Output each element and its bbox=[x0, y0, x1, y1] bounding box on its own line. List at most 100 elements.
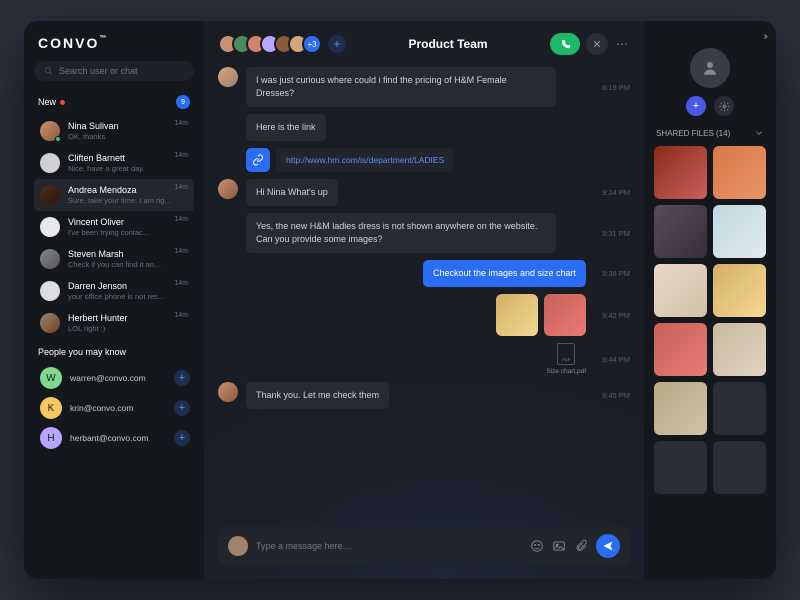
file-tile[interactable] bbox=[654, 323, 707, 376]
file-tile[interactable] bbox=[654, 382, 707, 435]
file-tile[interactable] bbox=[713, 205, 766, 258]
collapse-panel-button[interactable]: ›› bbox=[763, 31, 766, 42]
avatar bbox=[228, 536, 248, 556]
avatar bbox=[40, 153, 60, 173]
file-name: Size chart.pdf bbox=[546, 368, 586, 375]
avatar bbox=[218, 382, 238, 402]
add-suggestion-button[interactable]: + bbox=[174, 430, 190, 446]
call-button[interactable] bbox=[550, 33, 580, 55]
chevron-down-icon bbox=[754, 128, 764, 138]
attachment-icon[interactable] bbox=[574, 539, 588, 553]
message-bubble: Hi Nina What's up bbox=[246, 179, 338, 206]
file-attachment[interactable]: Size chart.pdf bbox=[546, 343, 586, 375]
suggestion-email: herbant@convo.com bbox=[70, 433, 149, 443]
add-participant-button[interactable]: + bbox=[328, 35, 346, 53]
message-bubble: Yes, the new H&M ladies dress is not sho… bbox=[246, 213, 556, 253]
message-row: 9:42 PM bbox=[218, 294, 630, 336]
file-tile[interactable] bbox=[654, 264, 707, 317]
message-time: 9:44 PM bbox=[594, 355, 630, 364]
contact-name: Darren Jenson bbox=[68, 280, 188, 292]
contact-time: 14m bbox=[174, 216, 188, 223]
contact-item[interactable]: Nina SulivanOK, thanks 14m bbox=[34, 115, 194, 147]
message-row: Checkout the images and size chart 9:38 P… bbox=[218, 260, 630, 287]
profile-block: + bbox=[654, 48, 766, 116]
add-suggestion-button[interactable]: + bbox=[174, 370, 190, 386]
file-tile[interactable] bbox=[713, 146, 766, 199]
image-attachment[interactable] bbox=[496, 294, 538, 336]
message-row: Yes, the new H&M ladies dress is not sho… bbox=[218, 213, 630, 253]
search-input-wrap[interactable] bbox=[34, 61, 194, 81]
message-row: Size chart.pdf 9:44 PM bbox=[218, 343, 630, 375]
add-suggestion-button[interactable]: + bbox=[174, 400, 190, 416]
contact-item[interactable]: Herbert HunterLOL right :) 14m bbox=[34, 307, 194, 339]
participant-overflow-badge[interactable]: +3 bbox=[302, 34, 322, 54]
message-time: 8:19 PM bbox=[594, 83, 630, 92]
file-tile[interactable] bbox=[654, 146, 707, 199]
contact-item[interactable]: Vincent OliverI've been trying contac… 1… bbox=[34, 211, 194, 243]
contact-name: Herbert Hunter bbox=[68, 312, 188, 324]
image-attachment[interactable] bbox=[544, 294, 586, 336]
more-options-button[interactable]: ⋯ bbox=[614, 37, 630, 51]
contact-name: Vincent Oliver bbox=[68, 216, 188, 228]
contact-name: Nina Sulivan bbox=[68, 120, 188, 132]
message-list[interactable]: I was just curious where could i find th… bbox=[204, 65, 644, 519]
settings-button[interactable] bbox=[714, 96, 734, 116]
online-status-icon bbox=[55, 136, 61, 142]
message-bubble: I was just curious where could i find th… bbox=[246, 67, 556, 107]
participant-stack[interactable]: +3 + bbox=[218, 34, 346, 54]
contact-time: 14m bbox=[174, 120, 188, 127]
file-tile[interactable] bbox=[713, 382, 766, 435]
avatar bbox=[40, 121, 60, 141]
message-time: 9:31 PM bbox=[594, 229, 630, 238]
contact-item[interactable]: Steven MarshCheck if you can find it an…… bbox=[34, 243, 194, 275]
link-preview[interactable]: http://www.hm.com/is/department/LADIES bbox=[276, 148, 454, 172]
composer bbox=[218, 527, 630, 565]
message-time: 9:38 PM bbox=[594, 269, 630, 278]
file-tile[interactable] bbox=[713, 323, 766, 376]
search-input[interactable] bbox=[59, 66, 184, 76]
brand-logo: CONVO™ bbox=[38, 35, 190, 51]
contact-item[interactable]: Darren Jensonyour office phone is not re… bbox=[34, 275, 194, 307]
close-chat-button[interactable]: ✕ bbox=[586, 33, 608, 55]
suggestion-item[interactable]: W warren@convo.com + bbox=[34, 363, 194, 393]
message-row: Hi Nina What's up9:24 PM bbox=[218, 179, 630, 206]
sidebar: CONVO™ New 9 Nina SulivanOK, thanks 14m … bbox=[24, 21, 204, 579]
avatar: H bbox=[40, 427, 62, 449]
message-bubble: Here is the link bbox=[246, 114, 326, 141]
shared-files-grid bbox=[654, 146, 766, 494]
contact-time: 14m bbox=[174, 312, 188, 319]
emoji-icon[interactable] bbox=[530, 539, 544, 553]
send-button[interactable] bbox=[596, 534, 620, 558]
message-row: http://www.hm.com/is/department/LADIES bbox=[218, 148, 630, 172]
file-tile[interactable] bbox=[713, 264, 766, 317]
suggestion-item[interactable]: K krin@convo.com + bbox=[34, 393, 194, 423]
contact-preview: LOL right :) bbox=[68, 324, 188, 334]
message-bubble: Thank you. Let me check them bbox=[246, 382, 389, 409]
contact-name: Steven Marsh bbox=[68, 248, 188, 260]
shared-files-header[interactable]: SHARED FILES (14) bbox=[654, 128, 766, 138]
unread-dot-icon bbox=[60, 100, 65, 105]
chat-title: Product Team bbox=[408, 37, 487, 51]
avatar bbox=[40, 249, 60, 269]
pdf-icon bbox=[557, 343, 575, 365]
contact-item[interactable]: Andrea MendozaSure, take your time. I am… bbox=[34, 179, 194, 211]
message-row: Thank you. Let me check them9:45 PM bbox=[218, 382, 630, 409]
suggestion-email: krin@convo.com bbox=[70, 403, 133, 413]
image-icon[interactable] bbox=[552, 539, 566, 553]
file-tile[interactable] bbox=[713, 441, 766, 494]
avatar bbox=[218, 179, 238, 199]
avatar bbox=[40, 281, 60, 301]
file-tile[interactable] bbox=[654, 441, 707, 494]
contact-preview: Check if you can find it an… bbox=[68, 260, 188, 270]
message-input[interactable] bbox=[256, 541, 522, 551]
message-row: Here is the link bbox=[218, 114, 630, 141]
contact-time: 14m bbox=[174, 248, 188, 255]
suggestion-email: warren@convo.com bbox=[70, 373, 146, 383]
message-row: I was just curious where could i find th… bbox=[218, 67, 630, 107]
suggestion-item[interactable]: H herbant@convo.com + bbox=[34, 423, 194, 453]
add-contact-button[interactable]: + bbox=[686, 96, 706, 116]
message-bubble: Checkout the images and size chart bbox=[423, 260, 586, 287]
contact-time: 14m bbox=[174, 280, 188, 287]
contact-item[interactable]: Cliften BarnettNice, have a great day. 1… bbox=[34, 147, 194, 179]
file-tile[interactable] bbox=[654, 205, 707, 258]
